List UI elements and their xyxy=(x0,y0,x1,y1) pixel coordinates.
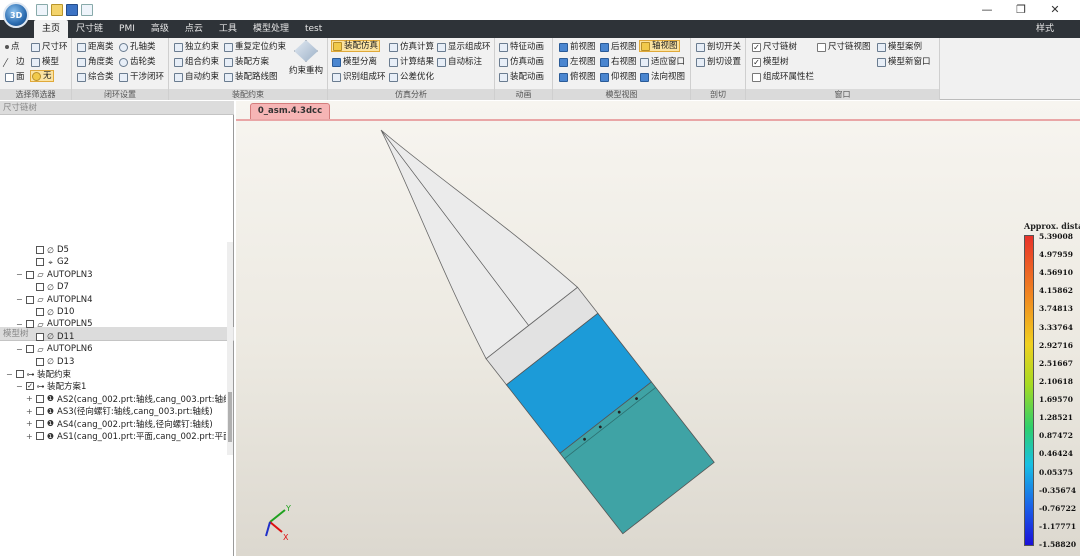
legend-tick-label: -0.35674 xyxy=(1039,485,1077,495)
legend-title: Approx. distance xyxy=(1024,221,1080,231)
legend-tick-label: -1.58820 xyxy=(1039,540,1077,549)
legend-tick-label: -0.76722 xyxy=(1039,503,1077,513)
legend-tick-label: 0.05375 xyxy=(1039,467,1073,477)
x-axis-label: X xyxy=(283,533,289,542)
legend-tick-label: 1.28521 xyxy=(1039,413,1073,423)
model-render: Y X xyxy=(265,129,715,542)
legend-tick-label: 2.10618 xyxy=(1039,376,1073,386)
legend-tick-label: 4.56910 xyxy=(1039,268,1073,278)
legend-tick-label: 3.33764 xyxy=(1039,322,1073,332)
legend-tick-label: -1.17771 xyxy=(1039,521,1077,531)
app-logo-text: 3D xyxy=(10,11,23,20)
legend-tick-label: 0.87472 xyxy=(1039,431,1073,441)
legend-tick-label: 4.15862 xyxy=(1039,286,1073,296)
legend-tick-label: 3.74813 xyxy=(1039,304,1073,314)
legend-tick-label: 4.97959 xyxy=(1039,250,1073,260)
y-axis-label: Y xyxy=(285,504,291,513)
legend-tick-label: 5.39008 xyxy=(1039,232,1073,241)
legend-tick-label: 2.51667 xyxy=(1039,358,1073,368)
legend-tick-label: 0.46424 xyxy=(1039,449,1073,459)
axis-triad: Y X xyxy=(265,504,291,542)
legend-tick-label: 2.92716 xyxy=(1039,340,1073,350)
legend-color-bar xyxy=(1024,235,1034,546)
app-logo[interactable]: 3D xyxy=(3,2,29,28)
legend-tick-label: 1.69570 xyxy=(1039,395,1073,405)
